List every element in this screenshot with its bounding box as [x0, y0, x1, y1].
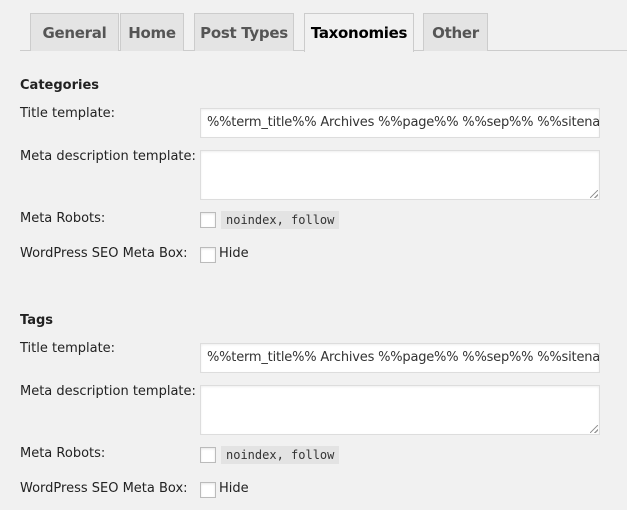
title-template-input[interactable]: %%term_title%% Archives %%page%% %%sep%%… — [200, 108, 600, 138]
meta-description-textarea[interactable] — [200, 385, 600, 435]
meta-description-textarea[interactable] — [200, 150, 600, 200]
settings-tabs: General Home Post Types Taxonomies Other — [20, 13, 627, 52]
meta-box-label: WordPress SEO Meta Box: — [20, 246, 188, 261]
meta-robots-label: Meta Robots: — [20, 446, 106, 461]
resize-grip-icon[interactable] — [590, 190, 598, 198]
title-template-label: Title template: — [20, 341, 116, 356]
tab-home[interactable]: Home — [120, 13, 184, 51]
hide-meta-box-checkbox[interactable] — [200, 482, 216, 498]
tab-general[interactable]: General — [30, 13, 119, 51]
meta-description-label: Meta description template: — [20, 384, 196, 399]
hide-option-label: Hide — [219, 246, 249, 261]
hide-meta-box-checkbox[interactable] — [200, 247, 216, 263]
hide-option-label: Hide — [219, 481, 249, 496]
title-template-input[interactable]: %%term_title%% Archives %%page%% %%sep%%… — [200, 343, 600, 373]
section-title: Categories — [20, 78, 100, 93]
section-title: Tags — [20, 313, 54, 328]
meta-description-label: Meta description template: — [20, 149, 196, 164]
title-template-label: Title template: — [20, 106, 116, 121]
noindex-checkbox[interactable] — [200, 447, 216, 463]
meta-robots-label: Meta Robots: — [20, 211, 106, 226]
noindex-option-label: noindex, follow — [221, 211, 340, 229]
resize-grip-icon[interactable] — [590, 425, 598, 433]
tab-post-types[interactable]: Post Types — [194, 13, 294, 51]
tab-taxonomies[interactable]: Taxonomies — [304, 13, 414, 52]
meta-box-label: WordPress SEO Meta Box: — [20, 481, 188, 496]
noindex-option-label: noindex, follow — [221, 446, 340, 464]
tab-other[interactable]: Other — [423, 13, 488, 51]
noindex-checkbox[interactable] — [200, 212, 216, 228]
